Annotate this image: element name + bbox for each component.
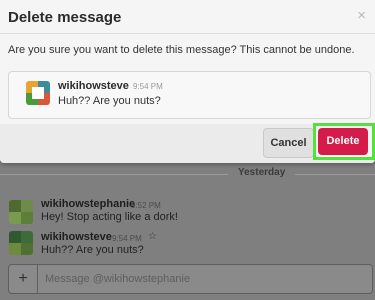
cancel-button[interactable]: Cancel: [263, 128, 314, 158]
avatar[interactable]: [9, 231, 33, 255]
message-composer[interactable]: + Message @wikihowstephanie: [8, 264, 373, 294]
message-time[interactable]: 9:54 PM: [112, 234, 142, 243]
day-divider-line: [0, 174, 375, 175]
preview-author: wikihowsteve: [58, 80, 129, 92]
message-time[interactable]: 9:52 PM: [131, 201, 161, 210]
add-attachment-button[interactable]: +: [9, 265, 38, 293]
day-divider-label: Yesterday: [228, 167, 296, 178]
message-author[interactable]: wikihowsteve: [41, 231, 112, 243]
day-divider: Yesterday: [0, 163, 375, 185]
message-text: Hey! Stop acting like a dork!: [41, 211, 178, 223]
dialog-prompt: Are you sure you want to delete this mes…: [8, 44, 355, 56]
preview-text: Huh?? Are you nuts?: [58, 95, 161, 107]
avatar: [26, 81, 50, 105]
message-input-placeholder[interactable]: Message @wikihowstephanie: [45, 273, 190, 285]
message-author[interactable]: wikihowstephanie: [41, 198, 135, 210]
avatar[interactable]: [9, 200, 33, 224]
dialog-divider: [0, 33, 375, 34]
message-preview: wikihowsteve 9:54 PM Huh?? Are you nuts?: [8, 71, 371, 119]
close-icon[interactable]: ×: [357, 7, 366, 24]
star-icon[interactable]: ☆: [148, 231, 157, 242]
message-text: Huh?? Are you nuts?: [41, 244, 144, 256]
dialog-title: Delete message: [8, 9, 122, 26]
preview-time: 9:54 PM: [133, 82, 163, 91]
delete-button[interactable]: Delete: [318, 128, 368, 155]
